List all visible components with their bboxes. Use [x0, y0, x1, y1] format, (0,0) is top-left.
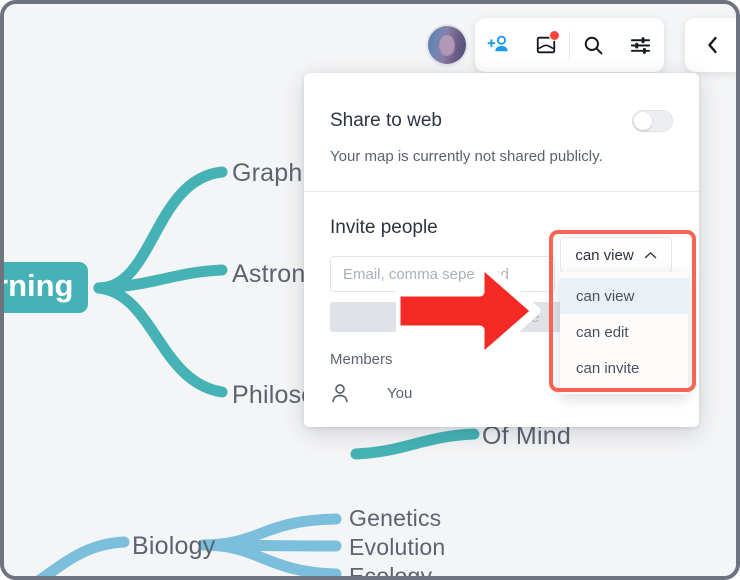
mindmap-node-genetics[interactable]: Genetics — [349, 505, 441, 532]
add-person-icon — [486, 35, 508, 52]
invite-people-title: Invite people — [330, 217, 438, 238]
role-dropdown-selected-value: can view — [575, 246, 634, 264]
role-dropdown-menu: can view can edit can invite — [560, 272, 688, 394]
person-icon — [332, 384, 348, 403]
settings-button[interactable] — [617, 18, 664, 72]
inbox-button[interactable] — [522, 18, 569, 72]
share-to-web-section: Share to web Your map is currently not s… — [304, 73, 699, 165]
invite-email-input[interactable] — [330, 256, 555, 292]
share-to-web-title: Share to web — [330, 110, 442, 131]
mindmap-root-node[interactable]: rning — [4, 262, 88, 313]
inbox-notification-badge — [549, 30, 560, 41]
mindmap-node-philosophy[interactable]: Philoso — [232, 381, 315, 410]
settings-sliders-icon — [630, 36, 651, 54]
chevron-up-icon — [644, 251, 656, 258]
screenshot-frame: rning Graphic Astrono Philoso Of Mind Bi… — [0, 0, 740, 580]
member-name: You — [387, 384, 413, 402]
role-option-can-edit[interactable]: can edit — [560, 314, 688, 350]
search-icon — [584, 36, 603, 54]
user-avatar[interactable] — [428, 26, 466, 64]
mindmap-canvas[interactable]: rning Graphic Astrono Philoso Of Mind Bi… — [4, 4, 736, 576]
role-dropdown: can view can view can edit can invite — [560, 237, 688, 394]
mindmap-node-ecology[interactable]: Ecology — [349, 563, 432, 576]
top-toolbar — [475, 18, 664, 72]
share-to-web-row: Share to web — [330, 73, 673, 132]
share-status-text: Your map is currently not shared publicl… — [330, 148, 603, 165]
search-button[interactable] — [570, 18, 617, 72]
mindmap-node-evolution[interactable]: Evolution — [349, 534, 445, 561]
share-to-web-toggle[interactable] — [632, 110, 673, 132]
role-option-can-view[interactable]: can view — [560, 278, 688, 314]
collapse-chevron-icon — [707, 36, 717, 54]
collapse-panel-button[interactable] — [685, 18, 736, 72]
role-option-can-invite[interactable]: can invite — [560, 350, 688, 386]
mindmap-node-biology[interactable]: Biology — [132, 532, 215, 561]
role-dropdown-trigger[interactable]: can view — [560, 237, 672, 273]
add-person-button[interactable] — [475, 18, 522, 72]
